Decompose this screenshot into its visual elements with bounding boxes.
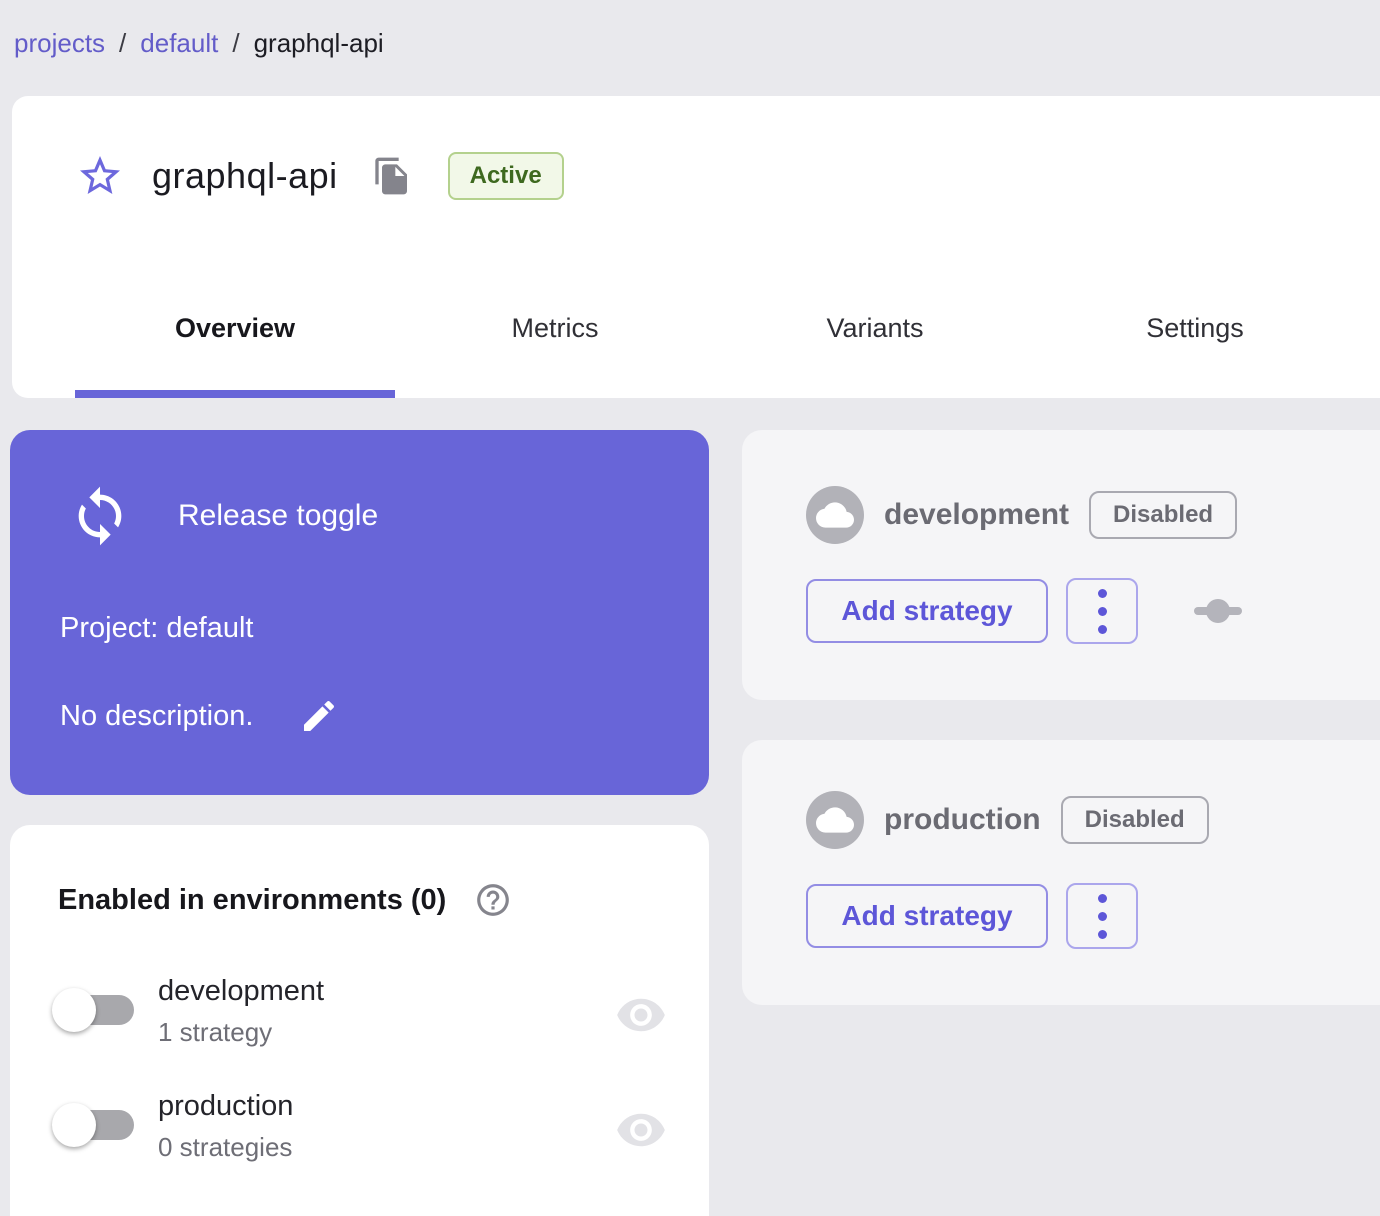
cloud-icon — [816, 807, 854, 833]
environment-avatar — [806, 791, 864, 849]
help-icon — [477, 884, 510, 916]
add-strategy-button[interactable]: Add strategy — [806, 884, 1048, 948]
description-text: No description. — [60, 699, 254, 732]
environment-menu-button[interactable] — [1066, 578, 1138, 644]
feature-overview-card: Release toggle Project: default No descr… — [10, 430, 709, 795]
environment-card-name: production — [884, 803, 1041, 836]
strategy-slider-icon — [1194, 596, 1242, 626]
tab-metrics[interactable]: Metrics — [395, 258, 715, 398]
cloud-icon — [816, 502, 854, 528]
environment-avatar — [806, 486, 864, 544]
add-strategy-button[interactable]: Add strategy — [806, 579, 1048, 643]
tab-variants[interactable]: Variants — [715, 258, 1035, 398]
project-label: Project: default — [60, 612, 254, 644]
breadcrumb-link-projects[interactable]: projects — [14, 28, 105, 59]
environment-row-development: development 1 strategy — [50, 975, 679, 1048]
edit-icon — [304, 700, 335, 731]
star-icon — [80, 156, 120, 194]
development-environment-card: development Disabled Add strategy — [742, 430, 1380, 700]
panel-title: Enabled in environments (0) — [58, 883, 447, 916]
strategy-count: 1 strategy — [158, 1017, 273, 1047]
toggle-type-row: Release toggle — [68, 484, 378, 548]
eye-icon — [617, 998, 665, 1032]
environment-card-name: development — [884, 498, 1070, 531]
eye-icon — [617, 1113, 665, 1147]
environment-menu-button[interactable] — [1066, 883, 1138, 949]
breadcrumb-separator: / — [119, 28, 127, 58]
switch-thumb — [52, 988, 96, 1032]
tab-settings[interactable]: Settings — [1035, 258, 1355, 398]
edit-description-button[interactable] — [299, 696, 339, 736]
help-button[interactable] — [474, 881, 512, 919]
copy-icon — [374, 157, 407, 195]
environment-row-production: production 0 strategies — [50, 1090, 679, 1163]
production-toggle-switch[interactable] — [50, 1102, 136, 1148]
environment-name: production — [158, 1090, 294, 1122]
feature-title-row: graphql-api Active — [72, 148, 564, 204]
environment-status-badge: Disabled — [1060, 796, 1209, 844]
development-toggle-switch[interactable] — [50, 987, 136, 1033]
toggle-type-label: Release toggle — [178, 499, 379, 532]
breadcrumb-link-default[interactable]: default — [140, 28, 218, 59]
environment-labels: production 0 strategies — [158, 1090, 293, 1163]
description-row: No description. — [60, 696, 339, 736]
production-environment-card: production Disabled Add strategy — [742, 740, 1380, 1005]
more-vert-icon — [1097, 588, 1107, 598]
page-title: graphql-api — [152, 155, 338, 196]
switch-thumb — [52, 1103, 96, 1147]
copy-name-button[interactable] — [372, 156, 412, 196]
environment-card-header: production Disabled — [806, 791, 1209, 849]
more-vert-icon — [1097, 893, 1107, 903]
release-toggle-icon — [78, 486, 122, 546]
tab-bar: Overview Metrics Variants Settings — [75, 258, 1355, 398]
environment-name: development — [158, 975, 325, 1007]
breadcrumb-separator: / — [232, 28, 240, 58]
environment-labels: development 1 strategy — [158, 975, 324, 1048]
visibility-button[interactable] — [615, 1104, 667, 1159]
visibility-button[interactable] — [615, 989, 667, 1044]
environment-status-badge: Disabled — [1089, 491, 1238, 539]
breadcrumb-current: graphql-api — [253, 28, 384, 58]
strategy-count: 0 strategies — [158, 1132, 293, 1162]
feature-header-card: graphql-api Active Overview Metrics Vari… — [12, 96, 1380, 398]
environment-card-actions: Add strategy — [806, 578, 1242, 644]
panel-title-row: Enabled in environments (0) — [58, 881, 512, 919]
tab-overview[interactable]: Overview — [75, 258, 395, 398]
status-badge: Active — [447, 152, 564, 200]
environment-card-actions: Add strategy — [806, 883, 1138, 949]
favorite-button[interactable] — [72, 148, 128, 204]
environment-card-header: development Disabled — [806, 486, 1238, 544]
breadcrumb: projects / default / graphql-api — [14, 28, 384, 59]
enabled-environments-card: Enabled in environments (0) development … — [10, 825, 709, 1216]
